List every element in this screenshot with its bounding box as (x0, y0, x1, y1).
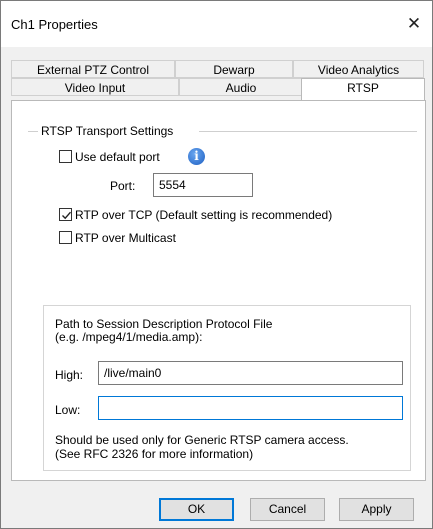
sdp-heading-line2: (e.g. /mpeg4/1/media.amp): (55, 330, 203, 344)
rtsp-transport-group-title: RTSP Transport Settings (39, 124, 176, 138)
rtp-over-multicast-checkbox[interactable] (59, 231, 72, 244)
sdp-note-line2: (See RFC 2326 for more information) (55, 447, 254, 461)
checkmark-icon (62, 211, 72, 220)
sdp-note-line1: Should be used only for Generic RTSP cam… (55, 433, 349, 447)
port-label: Port: (110, 179, 136, 193)
group-divider-left (28, 131, 38, 132)
high-label: High: (55, 368, 84, 382)
rtp-over-multicast-label[interactable]: RTP over Multicast (75, 231, 176, 245)
port-field[interactable]: 5554 (153, 173, 253, 197)
use-default-port-checkbox[interactable] (59, 150, 72, 163)
low-path-field[interactable] (98, 396, 403, 420)
cancel-button[interactable]: Cancel (250, 498, 325, 521)
ok-button[interactable]: OK (159, 498, 234, 521)
tab-video-input[interactable]: Video Input (11, 78, 179, 96)
high-path-field[interactable]: /live/main0 (98, 361, 403, 385)
properties-dialog: Ch1 Properties ✕ External PTZ Control De… (0, 0, 433, 529)
rtp-over-tcp-checkbox[interactable] (59, 208, 72, 221)
low-label: Low: (55, 403, 81, 417)
title-bar: Ch1 Properties ✕ (1, 1, 432, 47)
close-icon[interactable]: ✕ (397, 9, 431, 39)
tab-video-analytics[interactable]: Video Analytics (293, 60, 424, 78)
rtp-over-tcp-label[interactable]: RTP over TCP (Default setting is recomme… (75, 208, 332, 222)
tab-rtsp[interactable]: RTSP (301, 78, 425, 100)
tab-dewarp[interactable]: Dewarp (175, 60, 293, 78)
tab-external-ptz-control[interactable]: External PTZ Control (11, 60, 175, 78)
group-divider-right (199, 131, 417, 132)
sdp-heading-line1: Path to Session Description Protocol Fil… (55, 317, 273, 331)
window-title: Ch1 Properties (11, 17, 98, 32)
tab-audio[interactable]: Audio (179, 78, 303, 96)
use-default-port-label[interactable]: Use default port (75, 150, 160, 164)
apply-button[interactable]: Apply (339, 498, 414, 521)
info-icon[interactable]: i (188, 148, 205, 165)
